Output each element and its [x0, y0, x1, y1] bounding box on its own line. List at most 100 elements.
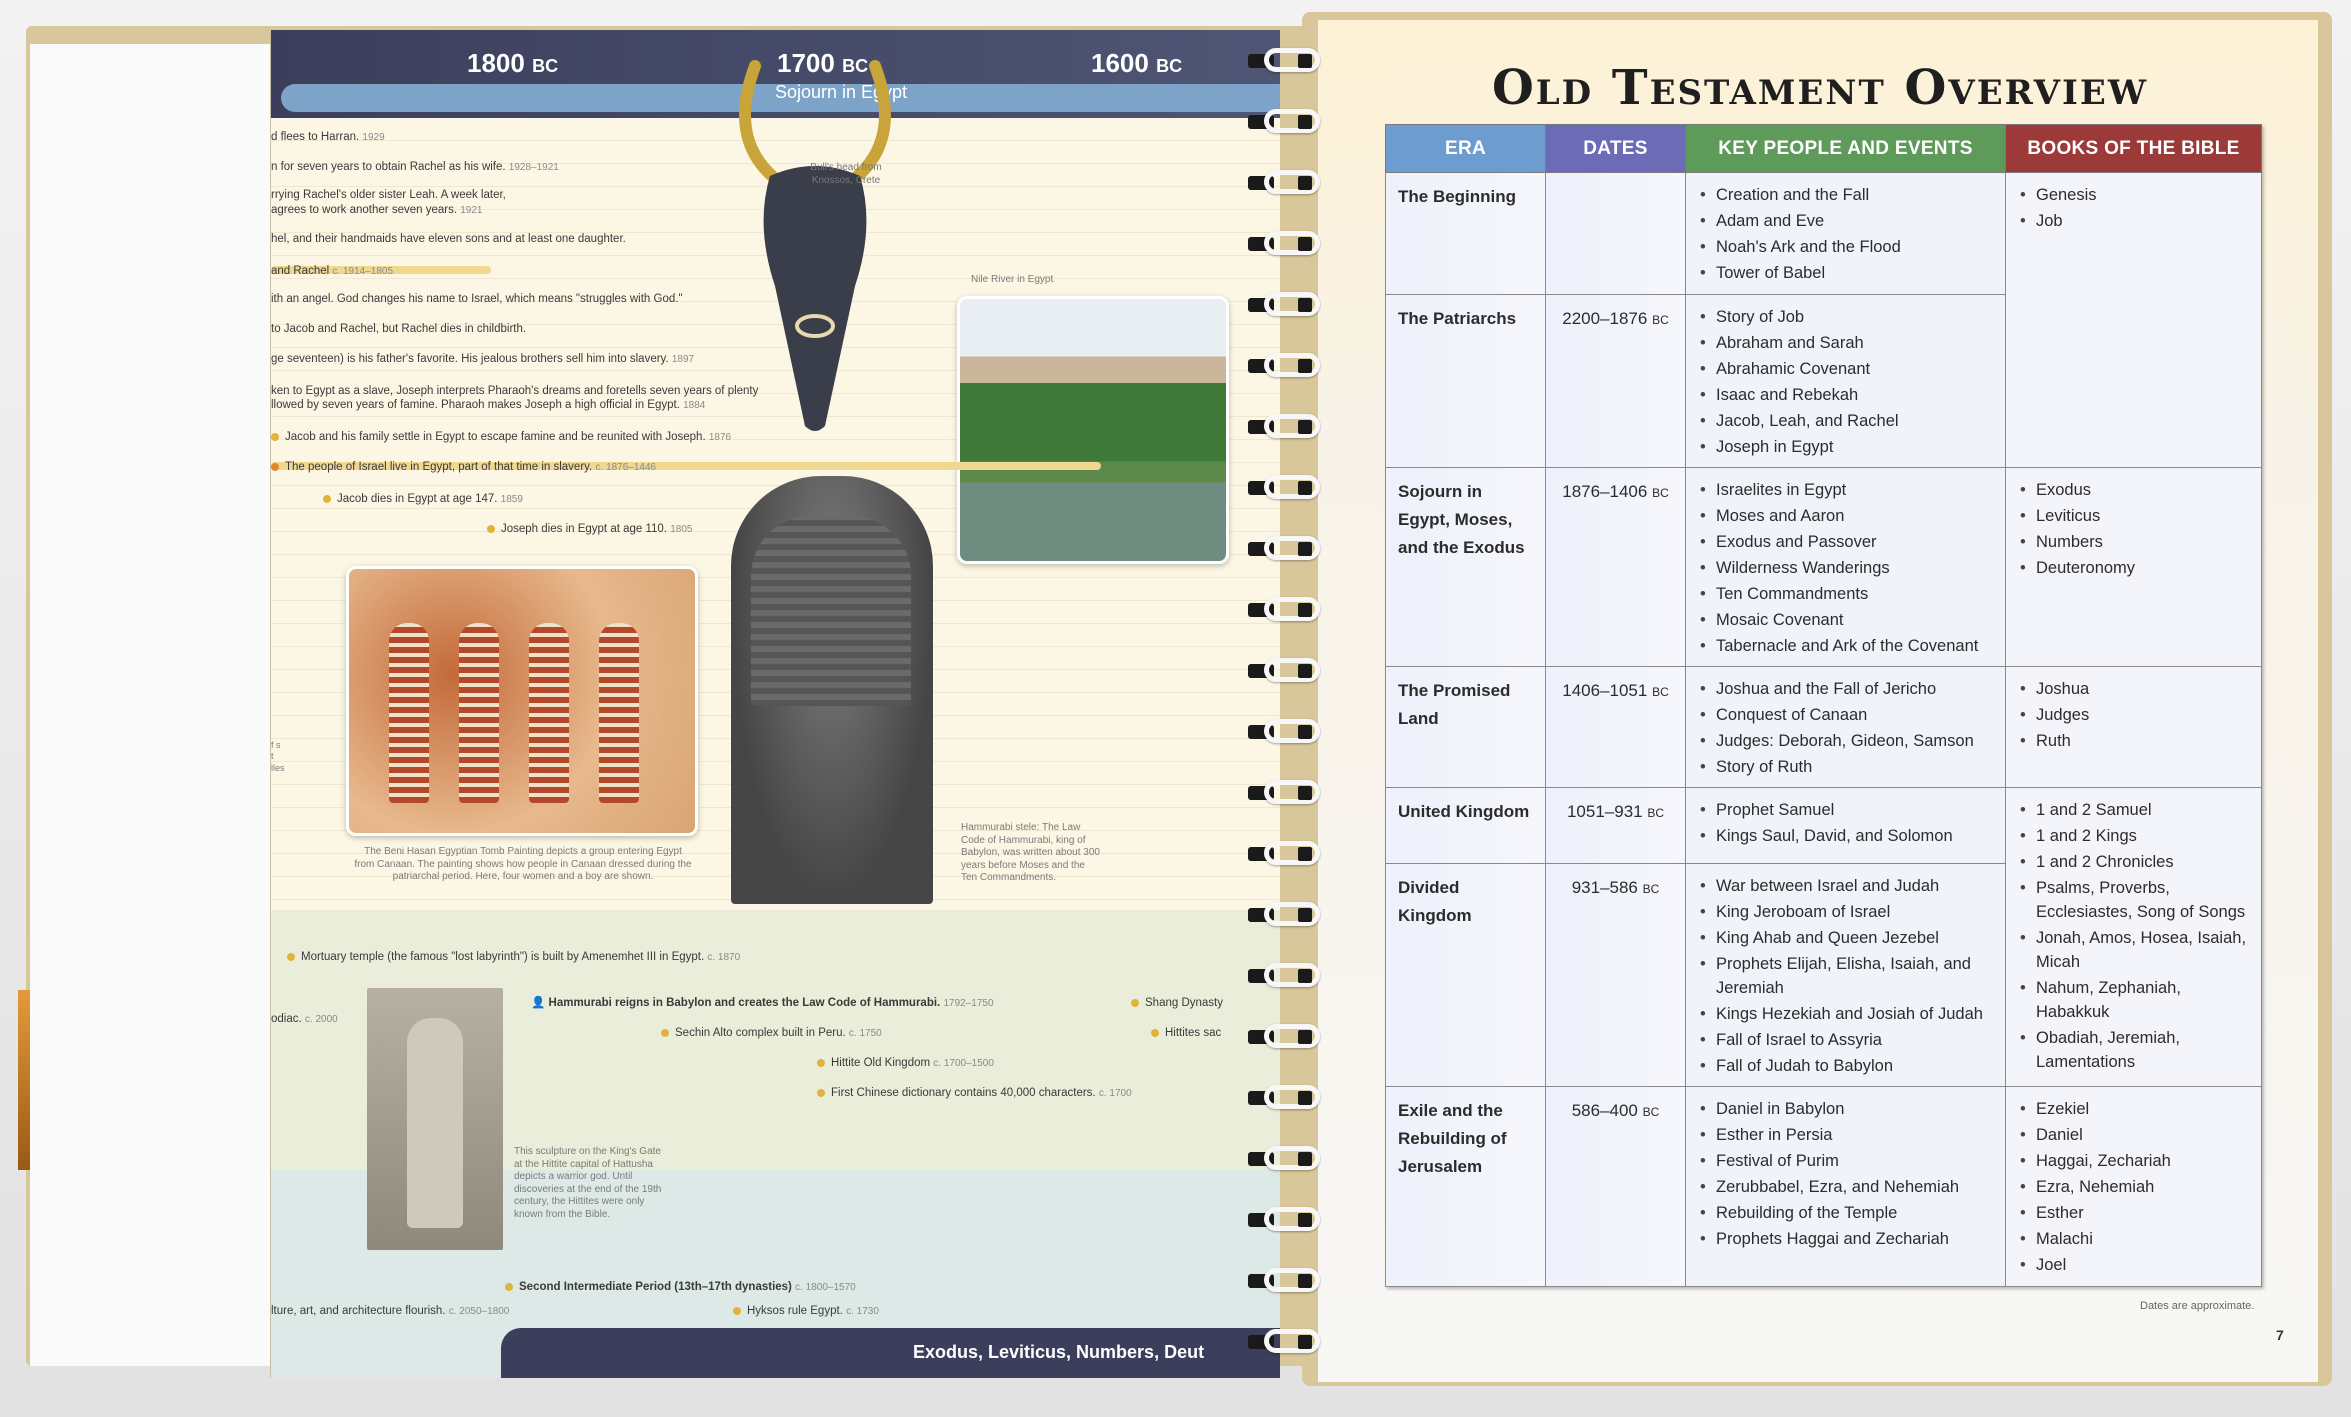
- spiral-binding: [1236, 48, 1326, 1353]
- world-event: Shang Dynasty: [1131, 996, 1223, 1010]
- key-event-item: Conquest of Canaan: [1698, 703, 1999, 727]
- book-item: Joel: [2018, 1253, 2255, 1277]
- book-item: Genesis: [2018, 183, 2255, 207]
- date-range: 2200–1876: [1562, 309, 1648, 328]
- era-suffix: BC: [532, 56, 559, 76]
- era-cell: The Promised Land: [1385, 666, 1546, 788]
- world-event: Mortuary temple (the famous "lost labyri…: [287, 950, 740, 965]
- spiral-ring: [1236, 1207, 1326, 1233]
- book-item: Malachi: [2018, 1227, 2255, 1251]
- key-people-cell: Creation and the FallAdam and EveNoah's …: [1685, 172, 2006, 295]
- key-event-item: Adam and Eve: [1698, 209, 1999, 233]
- book-item: Job: [2018, 209, 2255, 233]
- page-title: Old Testament Overview: [1491, 60, 2149, 116]
- book-item: Daniel: [2018, 1123, 2255, 1147]
- spiral-ring: [1236, 292, 1326, 318]
- tomb-painting-photo: [346, 566, 698, 836]
- books-cell: JoshuaJudgesRuth: [2005, 666, 2262, 788]
- world-event: Second Intermediate Period (13th–17th dy…: [505, 1280, 856, 1295]
- timeline-event: d flees to Harran. 1929: [271, 131, 385, 143]
- key-event-item: Joshua and the Fall of Jericho: [1698, 677, 1999, 701]
- tomb-caption: The Beni Hasan Egyptian Tomb Painting de…: [354, 846, 692, 882]
- key-people-cell: War between Israel and JudahKing Jeroboa…: [1685, 863, 2006, 1087]
- book-item: Nahum, Zephaniah, Habakkuk: [2018, 976, 2255, 1024]
- book-item: Numbers: [2018, 530, 2255, 554]
- header-era: ERA: [1385, 124, 1546, 173]
- spiral-ring: [1236, 719, 1326, 745]
- header-dates: DATES: [1545, 124, 1686, 173]
- key-event-item: Kings Saul, David, and Solomon: [1698, 824, 1999, 848]
- page-number: 7: [2276, 1327, 2284, 1343]
- era-suffix: BC: [1642, 1105, 1660, 1119]
- nile-river-photo: [957, 296, 1229, 564]
- key-event-item: Mosaic Covenant: [1698, 608, 1999, 632]
- book-item: Exodus: [2018, 478, 2255, 502]
- era-cell: Exile and the Rebuilding of Jerusalem: [1385, 1086, 1546, 1287]
- key-people-cell: Joshua and the Fall of JerichoConquest o…: [1685, 666, 2006, 788]
- timeline-event: ken to Egypt as a slave, Joseph interpre…: [271, 385, 759, 397]
- world-event: Hittites sac: [1151, 1026, 1221, 1040]
- book-item: 1 and 2 Samuel: [2018, 798, 2255, 822]
- era-suffix: BC: [1642, 882, 1660, 896]
- key-event-item: Festival of Purim: [1698, 1149, 1999, 1173]
- key-event-item: Tabernacle and Ark of the Covenant: [1698, 634, 1999, 658]
- date-range: 586–400: [1571, 1101, 1638, 1120]
- world-event: 👤 Hammurabi reigns in Babylon and create…: [531, 997, 994, 1009]
- timeline-page: 1800 BC 1700 BC 1600 BC Sojourn in Egypt…: [270, 30, 1280, 1378]
- spiral-ring: [1236, 475, 1326, 501]
- key-event-item: Joseph in Egypt: [1698, 435, 1999, 459]
- book-item: Judges: [2018, 703, 2255, 727]
- era-cell: The Patriarchs: [1385, 294, 1546, 468]
- key-event-item: Daniel in Babylon: [1698, 1097, 1999, 1121]
- date-range: 1051–931: [1566, 802, 1643, 821]
- world-event: Hittite Old Kingdom c. 1700–1500: [817, 1056, 994, 1071]
- spiral-ring: [1236, 1085, 1326, 1111]
- spiral-ring: [1236, 414, 1326, 440]
- key-event-item: War between Israel and Judah: [1698, 874, 1999, 898]
- world-event: lture, art, and architecture flourish. c…: [271, 1305, 510, 1317]
- key-event-item: Tower of Babel: [1698, 261, 1999, 285]
- key-people-cell: Daniel in BabylonEsther in PersiaFestiva…: [1685, 1086, 2006, 1287]
- key-event-item: Story of Job: [1698, 305, 1999, 329]
- book-item: Ezra, Nehemiah: [2018, 1175, 2255, 1199]
- book-item: Joshua: [2018, 677, 2255, 701]
- nile-caption: Nile River in Egypt: [971, 274, 1054, 285]
- books-cell: 1 and 2 Samuel1 and 2 Kings1 and 2 Chron…: [2005, 787, 2262, 1087]
- key-event-item: Creation and the Fall: [1698, 183, 1999, 207]
- key-event-item: Israelites in Egypt: [1698, 478, 1999, 502]
- spiral-ring: [1236, 536, 1326, 562]
- book-item: Ruth: [2018, 729, 2255, 753]
- margin-caption-fragment: f s t lles: [271, 740, 285, 773]
- world-event: Hyksos rule Egypt. c. 1730: [733, 1304, 879, 1319]
- hammurabi-stele-photo: [731, 476, 933, 904]
- spiral-ring: [1236, 780, 1326, 806]
- table-row: United Kingdom 1051–931 BC Prophet SamuelK…: [1385, 787, 2262, 1087]
- books-cell: ExodusLeviticusNumbersDeuteronomy: [2005, 467, 2262, 667]
- key-event-item: King Ahab and Queen Jezebel: [1698, 926, 1999, 950]
- spiral-ring: [1236, 1024, 1326, 1050]
- key-event-item: King Jeroboam of Israel: [1698, 900, 1999, 924]
- table-row: Sojourn in Egypt, Moses, and the Exodus 1…: [1385, 467, 2262, 667]
- spiral-ring: [1236, 1146, 1326, 1172]
- table-header-row: ERA DATES KEY PEOPLE AND EVENTS BOOKS OF…: [1385, 124, 2262, 173]
- key-event-item: Noah's Ark and the Flood: [1698, 235, 1999, 259]
- year-value: 1600: [1091, 48, 1149, 78]
- timeline-event: ge seventeen) is his father's favorite. …: [271, 353, 695, 365]
- timeline-event: rrying Rachel's older sister Leah. A wee…: [271, 189, 506, 201]
- dates-cell: 931–586 BC: [1545, 863, 1686, 1087]
- date-range: 931–586: [1571, 878, 1638, 897]
- book-spread: 1800 BC 1700 BC 1600 BC Sojourn in Egypt…: [0, 0, 2351, 1417]
- bottom-books-bar: Exodus, Leviticus, Numbers, Deut: [501, 1328, 1280, 1378]
- year-label-1800: 1800 BC: [467, 48, 558, 79]
- spiral-ring: [1236, 170, 1326, 196]
- spiral-ring: [1236, 109, 1326, 135]
- era-cell: Sojourn in Egypt, Moses, and the Exodus: [1385, 467, 1546, 667]
- key-event-item: Abrahamic Covenant: [1698, 357, 1999, 381]
- era-suffix: BC: [1652, 486, 1669, 500]
- key-people-cell: Prophet SamuelKings Saul, David, and Sol…: [1685, 787, 2006, 864]
- key-event-item: Rebuilding of the Temple: [1698, 1201, 1999, 1225]
- spiral-ring: [1236, 48, 1326, 74]
- era-cell: The Beginning: [1385, 172, 1546, 295]
- spiral-ring: [1236, 841, 1326, 867]
- era-cell: United Kingdom: [1385, 787, 1546, 864]
